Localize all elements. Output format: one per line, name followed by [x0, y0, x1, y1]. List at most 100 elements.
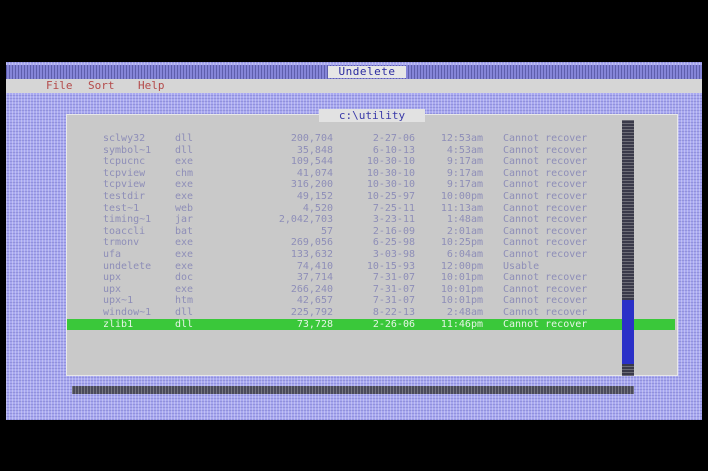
recovery-status: Cannot recover [503, 190, 588, 202]
file-date: 10-15-93 [366, 260, 415, 272]
file-row[interactable]: timing~1 jar 2,042,703 3-23-11 1:48am Cannot … [67, 214, 675, 226]
file-name: testdir [103, 190, 146, 202]
file-row[interactable]: test~1 web 4,520 7-25-11 11:13am Cannot recov… [67, 203, 675, 215]
file-date: 2-16-09 [372, 225, 415, 237]
recovery-status: Cannot recover [503, 167, 588, 179]
file-date: 6-25-98 [372, 237, 415, 249]
file-size: 4,520 [302, 202, 333, 214]
file-extension: bat [175, 225, 194, 237]
scrollbar-thumb[interactable] [622, 300, 634, 364]
file-name: upx~1 [103, 295, 134, 307]
file-row[interactable]: zlib1 dll 73,728 2-26-06 11:46pm Cannot recov… [67, 318, 675, 331]
file-date: 10-30-10 [366, 167, 415, 179]
file-size: 269,056 [290, 237, 333, 249]
file-row[interactable]: tcpview chm 41,074 10-30-10 9:17am Cannot rec… [67, 168, 675, 180]
file-time: 9:17am [446, 156, 483, 168]
file-date: 3-23-11 [372, 214, 415, 226]
file-extension: exe [175, 190, 194, 202]
file-date: 10-30-10 [366, 179, 415, 191]
file-list-dialog: c:\utility sclwy32 dll 200,704 2-27-06 12:53… [66, 109, 678, 376]
file-extension: dll [175, 133, 194, 144]
menu-sort[interactable]: Sort [88, 79, 115, 93]
file-time: 4:53am [446, 144, 483, 156]
file-extension: exe [175, 156, 194, 168]
recovery-status: Cannot recover [503, 225, 588, 237]
file-row[interactable]: upx exe 266,240 7-31-07 10:01pm Cannot recove… [67, 284, 675, 296]
file-name: sclwy32 [103, 133, 146, 144]
file-size: 2,042,703 [278, 214, 333, 226]
file-name: window~1 [103, 306, 152, 318]
file-name: timing~1 [103, 214, 152, 226]
recovery-status: Cannot recover [503, 306, 588, 318]
file-time: 10:01pm [440, 283, 483, 295]
recovery-status: Cannot recover [503, 272, 588, 284]
menu-help[interactable]: Help [138, 79, 165, 93]
file-time: 2:01am [446, 225, 483, 237]
file-name: tcpview [103, 167, 146, 179]
file-row[interactable]: trmonv exe 269,056 6-25-98 10:25pm Cannot rec… [67, 237, 675, 249]
recovery-status: Cannot recover [503, 283, 588, 295]
file-date: 10-25-97 [366, 190, 415, 202]
recovery-status: Cannot recover [503, 295, 588, 307]
file-extension: exe [175, 283, 194, 295]
file-time: 10:01pm [440, 272, 483, 284]
file-size: 225,792 [290, 306, 333, 318]
file-name: test~1 [103, 202, 140, 214]
directory-path: c:\utility [319, 109, 425, 122]
file-extension: dll [175, 318, 194, 330]
file-extension: dll [175, 144, 194, 156]
undelete-screen: Undelete File Sort Help c:\utility sclwy… [6, 62, 702, 420]
app-title: Undelete [328, 66, 406, 78]
recovery-status: Cannot recover [503, 133, 588, 144]
file-row[interactable]: sclwy32 dll 200,704 2-27-06 12:53am Cannot re… [67, 133, 675, 145]
file-time: 1:48am [446, 214, 483, 226]
file-row[interactable]: tcpucnc exe 109,544 10-30-10 9:17am Cannot re… [67, 156, 675, 168]
file-row[interactable]: undelete exe 74,410 10-15-93 12:00pm Usable [67, 261, 675, 273]
recovery-status: Cannot recover [503, 248, 588, 260]
file-name: toaccli [103, 225, 146, 237]
recovery-status: Cannot recover [503, 156, 588, 168]
file-date: 8-22-13 [372, 306, 415, 318]
file-row[interactable]: toaccli bat 57 2-16-09 2:01am Cannot recover [67, 226, 675, 238]
file-date: 7-31-07 [372, 295, 415, 307]
file-date: 7-31-07 [372, 283, 415, 295]
file-extension: doc [175, 272, 194, 284]
file-size: 74,410 [296, 260, 333, 272]
menu-file[interactable]: File [46, 79, 73, 93]
file-size: 73,728 [296, 318, 333, 330]
file-extension: web [175, 202, 194, 214]
file-extension: exe [175, 237, 194, 249]
dialog-shadow [72, 386, 634, 394]
file-date: 3-03-98 [372, 248, 415, 260]
file-date: 10-30-10 [366, 156, 415, 168]
file-name: ufa [103, 248, 122, 260]
file-row[interactable]: window~1 dll 225,792 8-22-13 2:48am Cannot re… [67, 307, 675, 319]
file-row[interactable]: testdir exe 49,152 10-25-97 10:00pm Cannot re… [67, 191, 675, 203]
file-time: 10:25pm [440, 237, 483, 249]
recovery-status: Cannot recover [503, 179, 588, 191]
file-name: tcpucnc [103, 156, 146, 168]
recovery-status: Cannot recover [503, 318, 588, 330]
file-date: 2-26-06 [372, 318, 415, 330]
file-extension: chm [175, 167, 194, 179]
menu-bar: File Sort Help [6, 79, 702, 93]
file-time: 11:46pm [440, 318, 483, 330]
file-extension: exe [175, 260, 194, 272]
file-name: symbol~1 [103, 144, 152, 156]
file-row[interactable]: upx doc 37,714 7-31-07 10:01pm Cannot recover [67, 272, 675, 284]
file-size: 109,544 [290, 156, 333, 168]
file-row[interactable]: ufa exe 133,632 3-03-98 6:04am Cannot recover [67, 249, 675, 261]
file-time: 9:17am [446, 179, 483, 191]
recovery-status: Usable [503, 260, 540, 272]
file-size: 35,848 [296, 144, 333, 156]
file-name: upx [103, 272, 122, 284]
file-time: 2:48am [446, 306, 483, 318]
file-row[interactable]: upx~1 htm 42,657 7-31-07 10:01pm Cannot recov… [67, 295, 675, 307]
file-size: 49,152 [296, 190, 333, 202]
file-size: 41,074 [296, 167, 333, 179]
recovery-status: Cannot recover [503, 214, 588, 226]
file-size: 37,714 [296, 272, 333, 284]
file-time: 10:00pm [440, 190, 483, 202]
file-row[interactable]: symbol~1 dll 35,848 6-10-13 4:53am Cannot rec… [67, 145, 675, 157]
file-row[interactable]: tcpview exe 316,200 10-30-10 9:17am Cannot re… [67, 179, 675, 191]
